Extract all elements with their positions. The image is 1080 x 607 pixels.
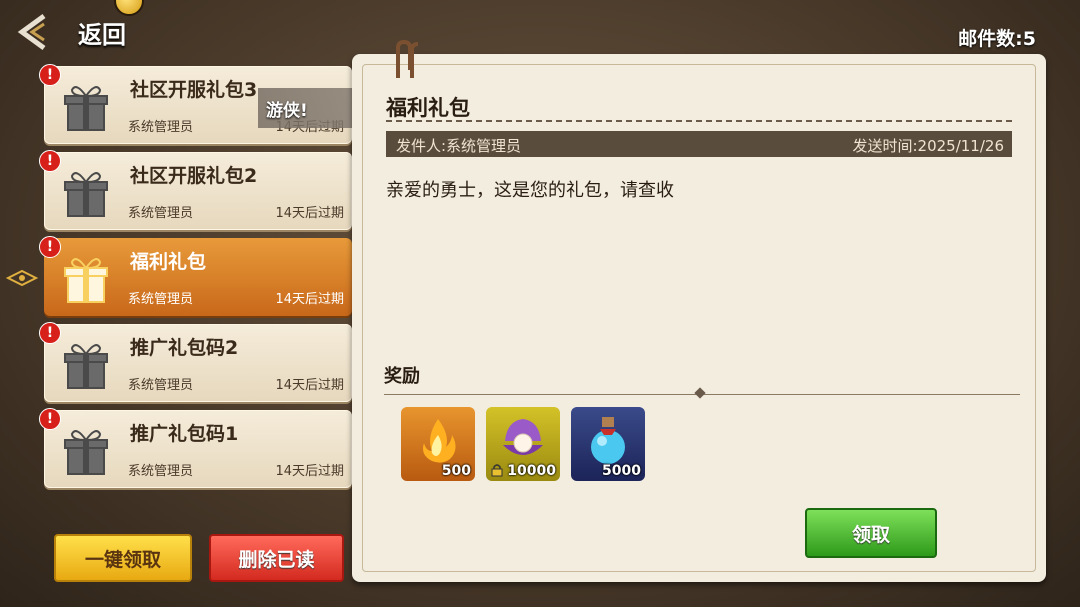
mail-item-sender: 系统管理员 <box>128 120 194 135</box>
mail-item-expire: 14天后过期 <box>275 206 344 221</box>
mail-item-title: 社区开服礼包2 <box>130 165 258 187</box>
mail-list: ! 社区开服礼包3 系统管理员 14天后过期! 社区开服礼包2 系统管理员 14天后过期! 福… <box>39 64 354 496</box>
gift-box-icon <box>64 344 108 389</box>
unread-alert-icon: ! <box>39 408 61 430</box>
gift-box-icon <box>64 172 108 217</box>
pearl-shell-icon <box>503 419 543 455</box>
mail-item-title: 推广礼包码2 <box>130 337 239 359</box>
claim-all-button[interactable]: 一键领取 <box>54 534 192 582</box>
reward-item[interactable]: 5000 <box>571 407 645 481</box>
top-bar: 返回 邮件数:5 <box>0 0 1080 62</box>
mail-detail-title: 福利礼包 <box>386 96 470 120</box>
mail-meta-bar: 发件人:系统管理员 发送时间:2025/11/26 <box>386 131 1012 157</box>
reward-list: 500 10000 5000 <box>401 407 645 481</box>
reward-qty: 500 <box>441 463 471 479</box>
mail-list-item[interactable]: ! 福利礼包系统管理员 14天后过期 <box>39 236 352 316</box>
mail-item-title: 社区开服礼包3 <box>130 79 258 101</box>
flame-icon <box>423 419 456 463</box>
reward-item[interactable]: 10000 <box>486 407 560 481</box>
mail-item-expire: 14天后过期 <box>275 464 344 479</box>
reward-qty: 10000 <box>507 463 556 479</box>
mail-item-expire: 14天后过期 <box>275 378 344 393</box>
toast-text: 游侠! <box>266 101 308 121</box>
mail-item-sender: 系统管理员 <box>128 292 194 307</box>
mail-sent-time: 发送时间:2025/11/26 <box>852 137 1004 155</box>
reward-qty: 5000 <box>602 463 641 479</box>
mail-item-sender: 系统管理员 <box>128 378 194 393</box>
gift-box-icon <box>64 430 108 475</box>
gift-box-icon <box>64 86 108 131</box>
delete-read-button[interactable]: 删除已读 <box>209 534 344 582</box>
back-label: 返回 <box>78 20 126 49</box>
mail-list-item[interactable]: ! 推广礼包码1 系统管理员 14天后过期 <box>39 408 352 488</box>
mail-item-expire: 14天后过期 <box>275 292 344 307</box>
mail-count: 邮件数:5 <box>958 28 1036 50</box>
mail-body: 亲爱的勇士，这是您的礼包，请查收 <box>386 180 674 201</box>
mail-item-title: 推广礼包码1 <box>130 423 239 445</box>
lock-icon <box>491 464 503 477</box>
mail-item-sender: 系统管理员 <box>128 206 194 221</box>
unread-alert-icon: ! <box>39 236 61 258</box>
mail-list-item[interactable]: ! 社区开服礼包2 系统管理员 14天后过期 <box>39 150 352 230</box>
mail-list-item[interactable]: ! 推广礼包码2 系统管理员 14天后过期 <box>39 322 352 402</box>
mail-sender: 发件人:系统管理员 <box>396 137 522 155</box>
mail-item-sender: 系统管理员 <box>128 464 194 479</box>
title-divider <box>386 120 1012 122</box>
selection-arrow-icon <box>6 269 39 287</box>
gift-box-icon <box>64 258 108 303</box>
back-arrow-icon <box>17 13 46 51</box>
paper-clip-icon <box>396 40 419 78</box>
back-button[interactable]: 返回 <box>14 10 154 54</box>
unread-alert-icon: ! <box>39 64 61 86</box>
claim-button[interactable]: 领取 <box>805 508 937 558</box>
reward-label: 奖励 <box>384 366 420 387</box>
potion-bottle-icon <box>591 417 625 464</box>
unread-alert-icon: ! <box>39 322 61 344</box>
reward-item[interactable]: 500 <box>401 407 475 481</box>
unread-alert-icon: ! <box>39 150 61 172</box>
mail-item-title: 福利礼包 <box>130 251 207 273</box>
